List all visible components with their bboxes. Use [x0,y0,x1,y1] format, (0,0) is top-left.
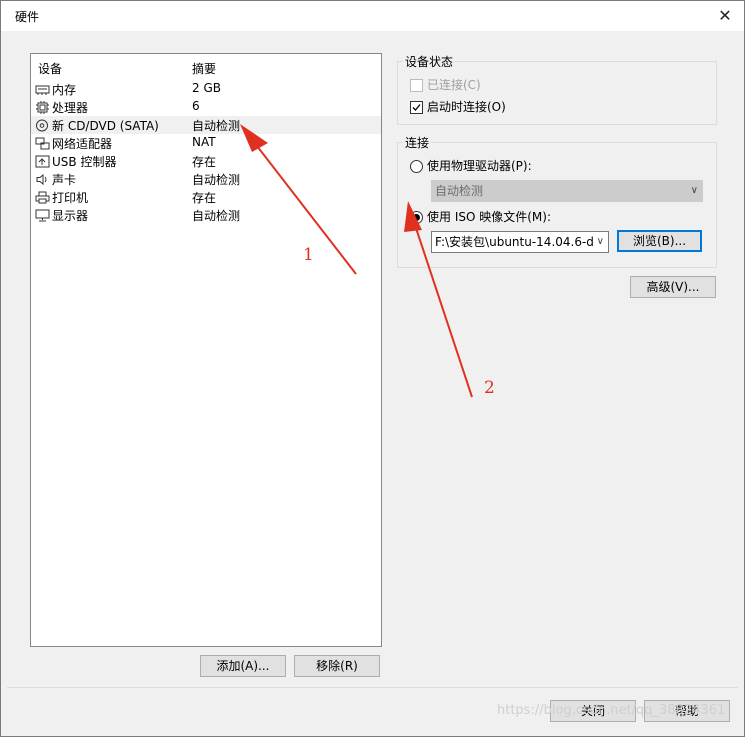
device-row-cd-dvd[interactable]: 新 CD/DVD (SATA) 自动检测 [31,116,381,134]
device-name: 处理器 [52,101,89,115]
device-summary: 存在 [192,155,217,169]
cpu-icon [35,101,50,114]
device-status-label: 设备状态 [403,53,456,70]
iso-image-radio[interactable]: 使用 ISO 映像文件(M): [410,208,551,225]
device-row-processor[interactable]: 处理器 6 [31,98,381,116]
device-row-sound-card[interactable]: 声卡 自动检测 [31,170,381,188]
checkmark-icon [410,101,423,114]
chevron-down-icon: ∨ [594,232,604,252]
remove-device-button[interactable]: 移除(R) [294,655,380,677]
speaker-icon [35,173,50,186]
device-name: 声卡 [52,173,77,187]
physical-drive-select[interactable]: 自动检测 ∨ [431,180,703,202]
device-row-network-adapter[interactable]: 网络适配器 NAT [31,134,381,152]
device-name: 打印机 [52,191,89,205]
watermark: https://blog.csdn.net/qq_38824361 [497,703,726,718]
iso-path-combobox[interactable]: F:\安装包\ubuntu-14.04.6-d ∨ [431,231,609,253]
annotation-label-1: 1 [303,245,314,265]
device-row-memory[interactable]: 内存 2 GB [31,80,381,98]
window-title: 硬件 [15,10,40,24]
cd-dvd-icon [35,119,50,132]
device-row-usb-controller[interactable]: USB 控制器 存在 [31,152,381,170]
advanced-button[interactable]: 高级(V)... [630,276,716,298]
footer-divider [7,687,738,688]
connection-group: 连接 使用物理驱动器(P): 自动检测 ∨ 使用 ISO 映像文件(M): F:… [397,134,717,268]
device-summary: NAT [192,135,216,149]
radio-selected-icon [410,211,423,224]
device-summary: 自动检测 [192,119,241,133]
device-summary: 存在 [192,191,217,205]
device-summary: 自动检测 [192,173,241,187]
chevron-down-icon: ∨ [690,185,698,196]
physical-drive-radio[interactable]: 使用物理驱动器(P): [410,157,532,174]
device-name: 网络适配器 [52,137,113,151]
connect-at-power-on-checkbox[interactable]: 启动时连接(O) [410,98,506,115]
column-header-summary[interactable]: 摘要 [192,60,216,77]
device-status-group: 设备状态 已连接(C) 启动时连接(O) [397,53,717,125]
device-name: 显示器 [52,209,89,223]
device-summary: 自动检测 [192,209,241,223]
connection-label: 连接 [403,134,432,151]
device-summary: 2 GB [192,81,221,95]
checkbox-unchecked-icon [410,79,423,92]
column-header-device[interactable]: 设备 [38,60,62,77]
radio-unselected-icon [410,160,423,173]
browse-button[interactable]: 浏览(B)... [617,230,702,252]
usb-icon [35,155,50,168]
device-name: 内存 [52,83,77,97]
close-icon[interactable]: ✕ [714,5,736,27]
device-name: 新 CD/DVD (SATA) [52,119,159,133]
hardware-dialog: 硬件 ✕ 设备 摘要 内存 2 GB 处理器 6 新 CD/DVD (SATA)… [0,0,745,737]
monitor-icon [35,209,50,222]
device-summary: 6 [192,99,200,113]
device-list: 设备 摘要 内存 2 GB 处理器 6 新 CD/DVD (SATA) 自动检测… [30,53,382,647]
title-bar: 硬件 ✕ [1,1,744,31]
connected-checkbox[interactable]: 已连接(C) [410,76,481,93]
device-row-monitor[interactable]: 显示器 自动检测 [31,206,381,224]
device-name: USB 控制器 [52,155,117,169]
add-device-button[interactable]: 添加(A)... [200,655,286,677]
network-adapter-icon [35,137,50,150]
annotation-label-2: 2 [484,378,495,398]
memory-icon [35,83,50,96]
printer-icon [35,191,50,204]
device-row-printer[interactable]: 打印机 存在 [31,188,381,206]
